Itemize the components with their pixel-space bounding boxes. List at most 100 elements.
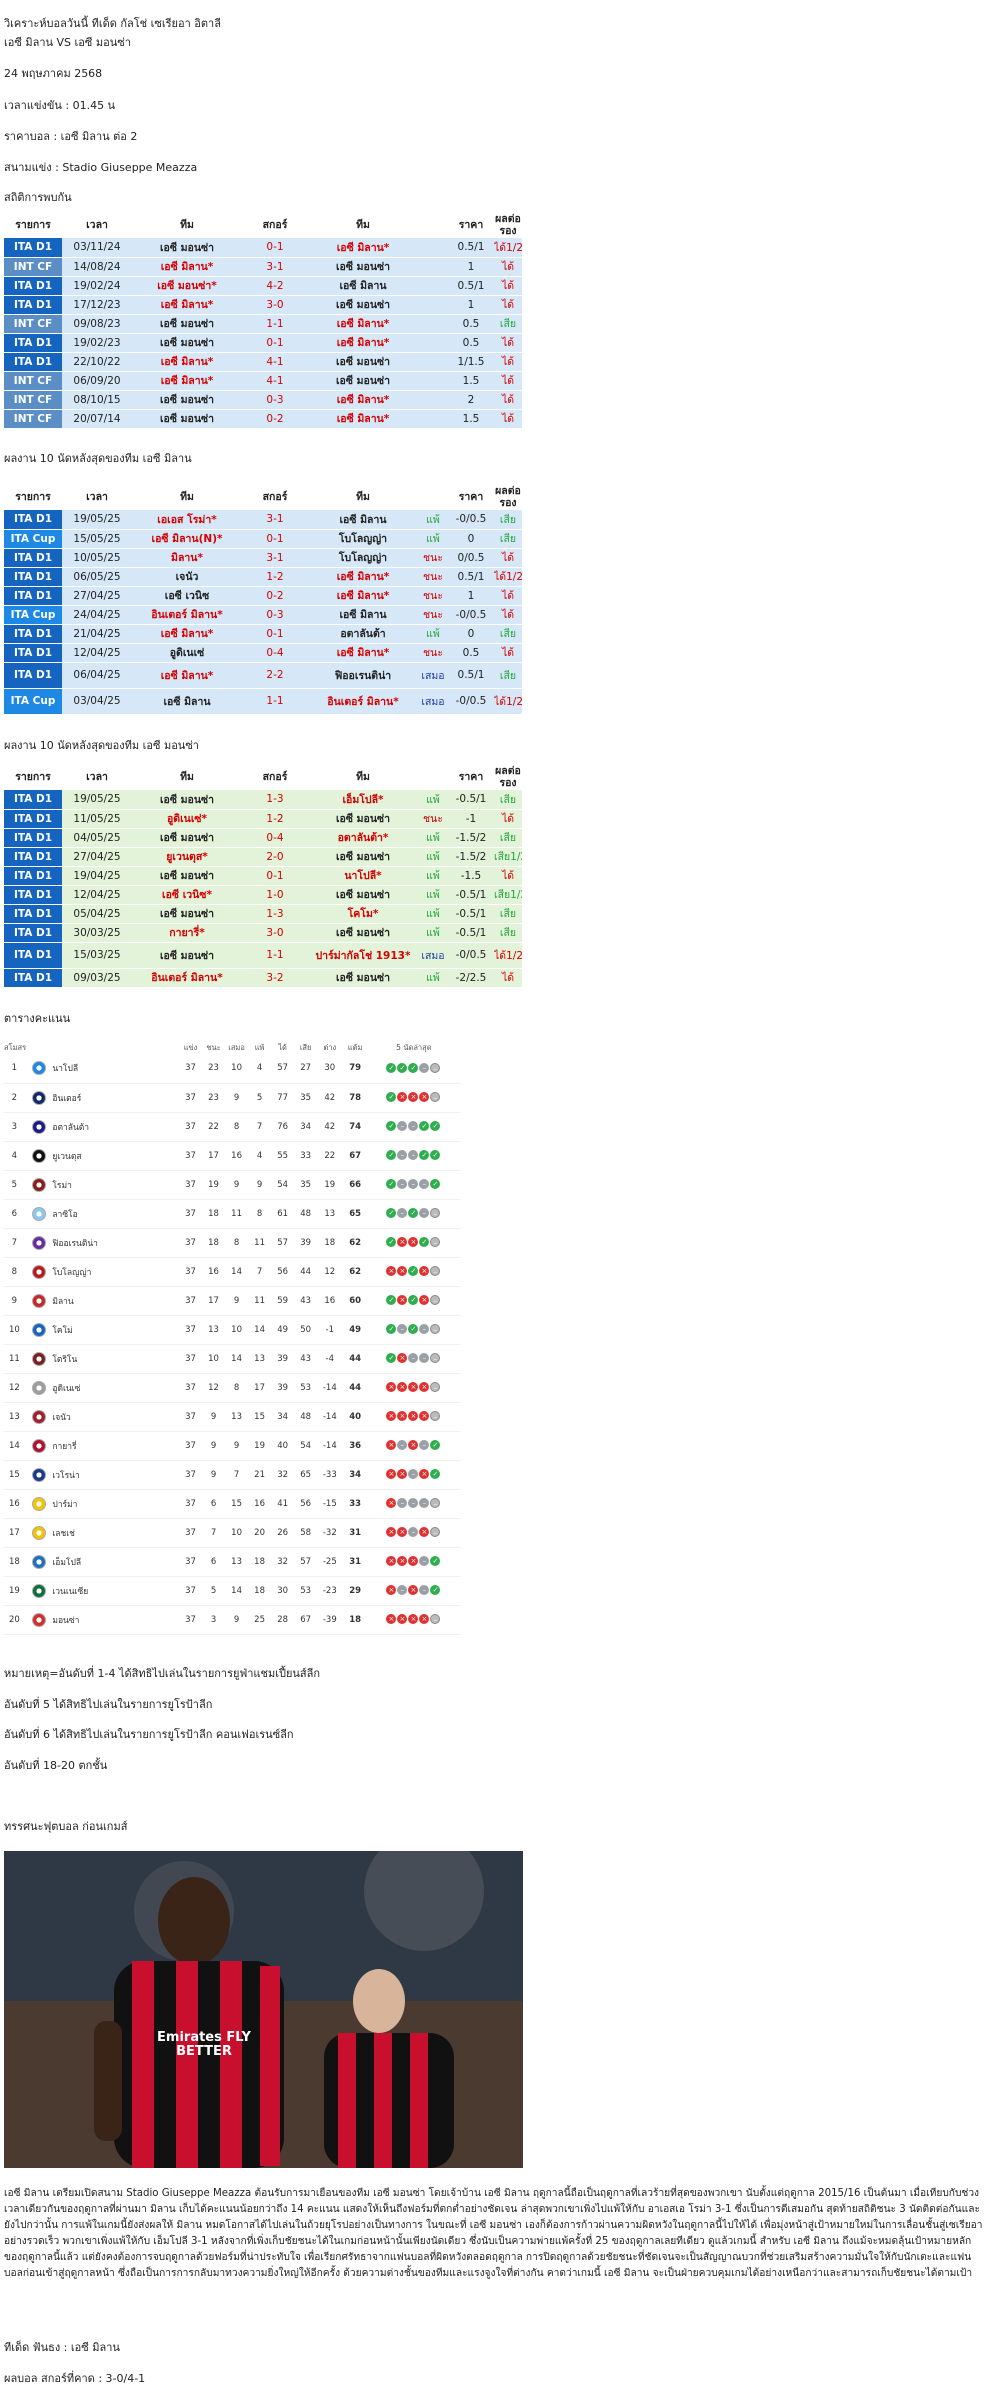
cell-team: มิลาน — [52, 1286, 180, 1316]
win-icon: ✓ — [419, 1150, 430, 1161]
form-cell: × – × – ✓ — [367, 1431, 460, 1461]
standings-row: 19 เวนเนเซีย 37 5 14 18 30 53 -23 29 × – × – ✓ — [4, 1576, 460, 1606]
column-header: ผลต่อรอง — [494, 764, 522, 790]
table-row: INT CF 14/08/24 เอซี มิลาน* 3-1 เอซี มอนซ่า 1… — [4, 257, 522, 277]
loss-icon: × — [408, 1585, 419, 1596]
cell-date: 10/05/25 — [62, 548, 132, 568]
standings-heading: ตารางคะแนน — [4, 1012, 71, 1025]
form-cell: ✓ – – – ✓ — [367, 1170, 460, 1200]
cell-gd: 42 — [317, 1112, 343, 1142]
loss-icon: × — [397, 1411, 408, 1422]
cell-price: 1/1.5 — [448, 352, 494, 372]
table-row: ITA D1 09/03/25 อินเตอร์ มิลาน* 3-2 เอซี มอน… — [4, 968, 522, 988]
loss-icon: × — [397, 1469, 408, 1480]
loss-icon: × — [408, 1411, 419, 1422]
draw-icon: – — [419, 1324, 430, 1335]
cell-gf: 57 — [271, 1228, 295, 1258]
table-row: ITA D1 19/02/24 เอซี มอนซ่า* 4-2 เอซี มิลาน 0… — [4, 276, 522, 296]
cell-team: เลชเช่ — [52, 1518, 180, 1548]
cell-away: เอซี มิลาน — [308, 605, 418, 625]
cell-lg: INT CF — [4, 314, 62, 334]
team-logo-cell — [24, 1199, 53, 1229]
cell-gd: -1 — [317, 1315, 343, 1345]
cell-price: -0.5/1 — [448, 904, 494, 924]
cell-pts: 31 — [342, 1518, 368, 1548]
cell-ga: 35 — [294, 1170, 318, 1200]
cell-team: เวโรน่า — [52, 1460, 180, 1490]
cell-res — [418, 257, 448, 277]
cell-gd: 30 — [317, 1054, 343, 1084]
loss-icon: × — [408, 1556, 419, 1567]
form-cell: ✓ × × ✓ – — [367, 1228, 460, 1258]
team-logo-cell — [24, 1547, 53, 1577]
cell-price: -1.5 — [448, 866, 494, 886]
cell-res: แพ้ — [418, 866, 448, 886]
team-logo-cell — [24, 1141, 53, 1171]
table-row: INT CF 20/07/14 เอซี มอนซ่า 0-2 เอซี มิลาน* 1… — [4, 409, 522, 429]
cell-score: 1-0 — [242, 885, 308, 905]
cell-res: เสมอ — [418, 942, 448, 969]
standings-row: 17 เลชเช่ 37 7 10 20 26 58 -32 31 × × – × – — [4, 1518, 460, 1548]
cell-date: 06/05/25 — [62, 567, 132, 587]
cell-gf: 77 — [271, 1083, 295, 1113]
cell-home: เอซี มอนซ่า — [132, 238, 242, 258]
cell-res — [418, 314, 448, 334]
loss-icon: × — [419, 1295, 430, 1306]
cell-res: แพ้ — [418, 968, 448, 988]
cell-date: 12/04/25 — [62, 885, 132, 905]
next-match-icon: – — [430, 1527, 441, 1538]
cell-l: 4 — [248, 1141, 272, 1171]
loss-icon: × — [419, 1614, 430, 1625]
cell-p: 37 — [179, 1199, 203, 1229]
standings-row: 1 นาโปลี 37 23 10 4 57 27 30 79 ✓ ✓ ✓ – – — [4, 1054, 460, 1084]
cell-price: -1.5/2 — [448, 847, 494, 867]
cell-home: เอซี มอนซ่า — [132, 942, 242, 969]
cell-ou: ได้ — [494, 968, 522, 988]
cell-lg: ITA D1 — [4, 904, 62, 924]
cell-away: เอซี มิลาน* — [308, 643, 418, 663]
cell-p: 37 — [179, 1460, 203, 1490]
standings-table: สโมสร แข่ง ชนะ เสมอ แพ้ ได้ เสีย ต่าง แต้ม 5 นัดล… — [4, 1042, 460, 1635]
next-match-icon: – — [430, 1295, 441, 1306]
win-icon: ✓ — [386, 1295, 397, 1306]
standings-row: 9 มิลาน 37 17 9 11 59 43 16 60 ✓ × ✓ × – — [4, 1286, 460, 1316]
cell-gf: 32 — [271, 1460, 295, 1490]
cell-ga: 48 — [294, 1402, 318, 1432]
cell-away: เอซี มิลาน* — [308, 314, 418, 334]
cell-home: เอซี มอนซ่า — [132, 904, 242, 924]
team-logo-cell — [24, 1112, 53, 1142]
standings-row: 7 ฟิออเรนติน่า 37 18 8 11 57 39 18 62 ✓ × × ✓ – — [4, 1228, 460, 1258]
table-header-row: รายการ เวลา ทีม สกอร์ ทีม ราคา ผลต่อรอง — [4, 484, 522, 510]
cell-pos: 1 — [4, 1054, 25, 1084]
cell-w: 17 — [202, 1286, 226, 1316]
team-logo-icon — [31, 1612, 46, 1627]
table-row: ITA D1 19/05/25 เอซี มอนซ่า 1-3 เอ็มโปลี* แพ้… — [4, 790, 522, 810]
article-title: วิเคราะห์บอลวันนี้ ทีเด็ด กัลโช่ เซเรียอ… — [4, 17, 221, 30]
cell-team: โบโลญญ่า — [52, 1257, 180, 1287]
cell-ou: เสีย — [494, 624, 522, 644]
cell-price: -0/0.5 — [448, 605, 494, 625]
standings-row: 14 กายารี่ 37 9 9 19 40 54 -14 36 × – × – ✓ — [4, 1431, 460, 1461]
cell-p: 37 — [179, 1141, 203, 1171]
match-photo: Emirates FLY BETTER — [4, 1851, 523, 2168]
tip-pick: ทีเด็ด ฟันธง : เอซี มิลาน — [4, 2341, 120, 2354]
team-logo-icon — [31, 1438, 46, 1453]
table-row: ITA D1 19/02/23 เอซี มอนซ่า 0-1 เอซี มิลาน* 0… — [4, 333, 522, 353]
cell-home: เอซี เวนิซ* — [132, 885, 242, 905]
cell-away: เอซี มอนซ่า — [308, 923, 418, 943]
cell-away: เอซี มิลาน — [308, 510, 418, 530]
draw-icon: – — [408, 1527, 419, 1538]
team-logo-cell — [24, 1170, 53, 1200]
column-header: สกอร์ — [242, 484, 308, 510]
cell-ga: 58 — [294, 1518, 318, 1548]
cell-away: เอซี มิลาน* — [308, 390, 418, 410]
cell-p: 37 — [179, 1489, 203, 1519]
cell-l: 7 — [248, 1112, 272, 1142]
cell-w: 16 — [202, 1257, 226, 1287]
cell-score: 0-2 — [242, 586, 308, 606]
draw-icon: – — [419, 1556, 430, 1567]
cell-score: 1-1 — [242, 688, 308, 715]
form-cell: × – × – ✓ — [367, 1576, 460, 1606]
cell-pos: 18 — [4, 1547, 25, 1577]
loss-icon: × — [386, 1440, 397, 1451]
